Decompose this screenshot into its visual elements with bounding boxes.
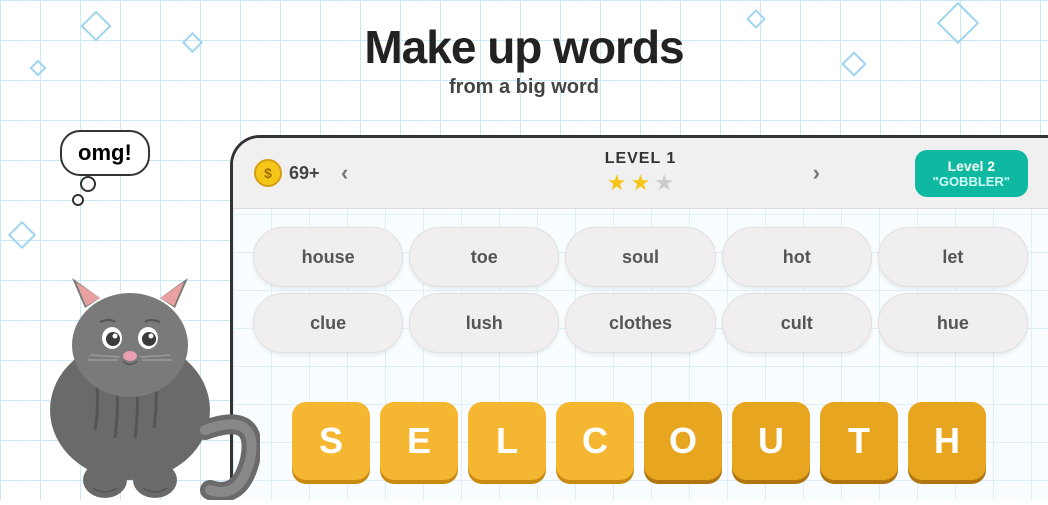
word-house[interactable]: house [253, 227, 403, 287]
tile-o[interactable]: O [644, 402, 722, 480]
word-clothes[interactable]: clothes [565, 293, 715, 353]
header: Make up words from a big word [0, 20, 1048, 99]
coin-area: $ 69+ [253, 158, 320, 188]
nav-left-button[interactable]: ‹ [333, 156, 356, 190]
stars-row: ★ ★ ★ [607, 170, 674, 196]
tile-u[interactable]: U [732, 402, 810, 480]
word-let[interactable]: let [878, 227, 1028, 287]
star-3: ★ [654, 170, 674, 196]
page-title: Make up words [0, 20, 1048, 74]
word-lush[interactable]: lush [409, 293, 559, 353]
words-grid: house toe soul hot let clue lush clothes… [233, 209, 1048, 363]
next-level-button[interactable]: Level 2 "GOBBLER" [915, 150, 1028, 197]
word-toe[interactable]: toe [409, 227, 559, 287]
word-hot[interactable]: hot [722, 227, 872, 287]
speech-bubble: omg! [60, 130, 150, 176]
cat-container [0, 160, 260, 500]
page-subtitle: from a big word [0, 76, 1048, 99]
panel-topbar: $ 69+ ‹ LEVEL 1 ★ ★ ★ › Level 2 "GOBBLER… [233, 138, 1048, 209]
tile-e[interactable]: E [380, 402, 458, 480]
svg-text:$: $ [264, 165, 272, 181]
tile-t[interactable]: T [820, 402, 898, 480]
nav-right-button[interactable]: › [805, 156, 828, 190]
next-level-sub: "GOBBLER" [933, 174, 1010, 189]
tiles-row: S E L C O U T H [230, 402, 1048, 480]
word-clue[interactable]: clue [253, 293, 403, 353]
cat-illustration [0, 160, 260, 500]
coin-amount: 69+ [289, 163, 320, 184]
tile-h[interactable]: H [908, 402, 986, 480]
level-area: LEVEL 1 ★ ★ ★ [605, 150, 677, 196]
level-label: LEVEL 1 [605, 150, 677, 168]
tile-s[interactable]: S [292, 402, 370, 480]
speech-text: omg! [78, 140, 132, 165]
tile-c[interactable]: C [556, 402, 634, 480]
word-soul[interactable]: soul [565, 227, 715, 287]
next-level-label: Level 2 [933, 158, 1010, 174]
star-2: ★ [631, 170, 651, 196]
star-1: ★ [607, 170, 627, 196]
tile-l[interactable]: L [468, 402, 546, 480]
word-hue[interactable]: hue [878, 293, 1028, 353]
word-cult[interactable]: cult [722, 293, 872, 353]
